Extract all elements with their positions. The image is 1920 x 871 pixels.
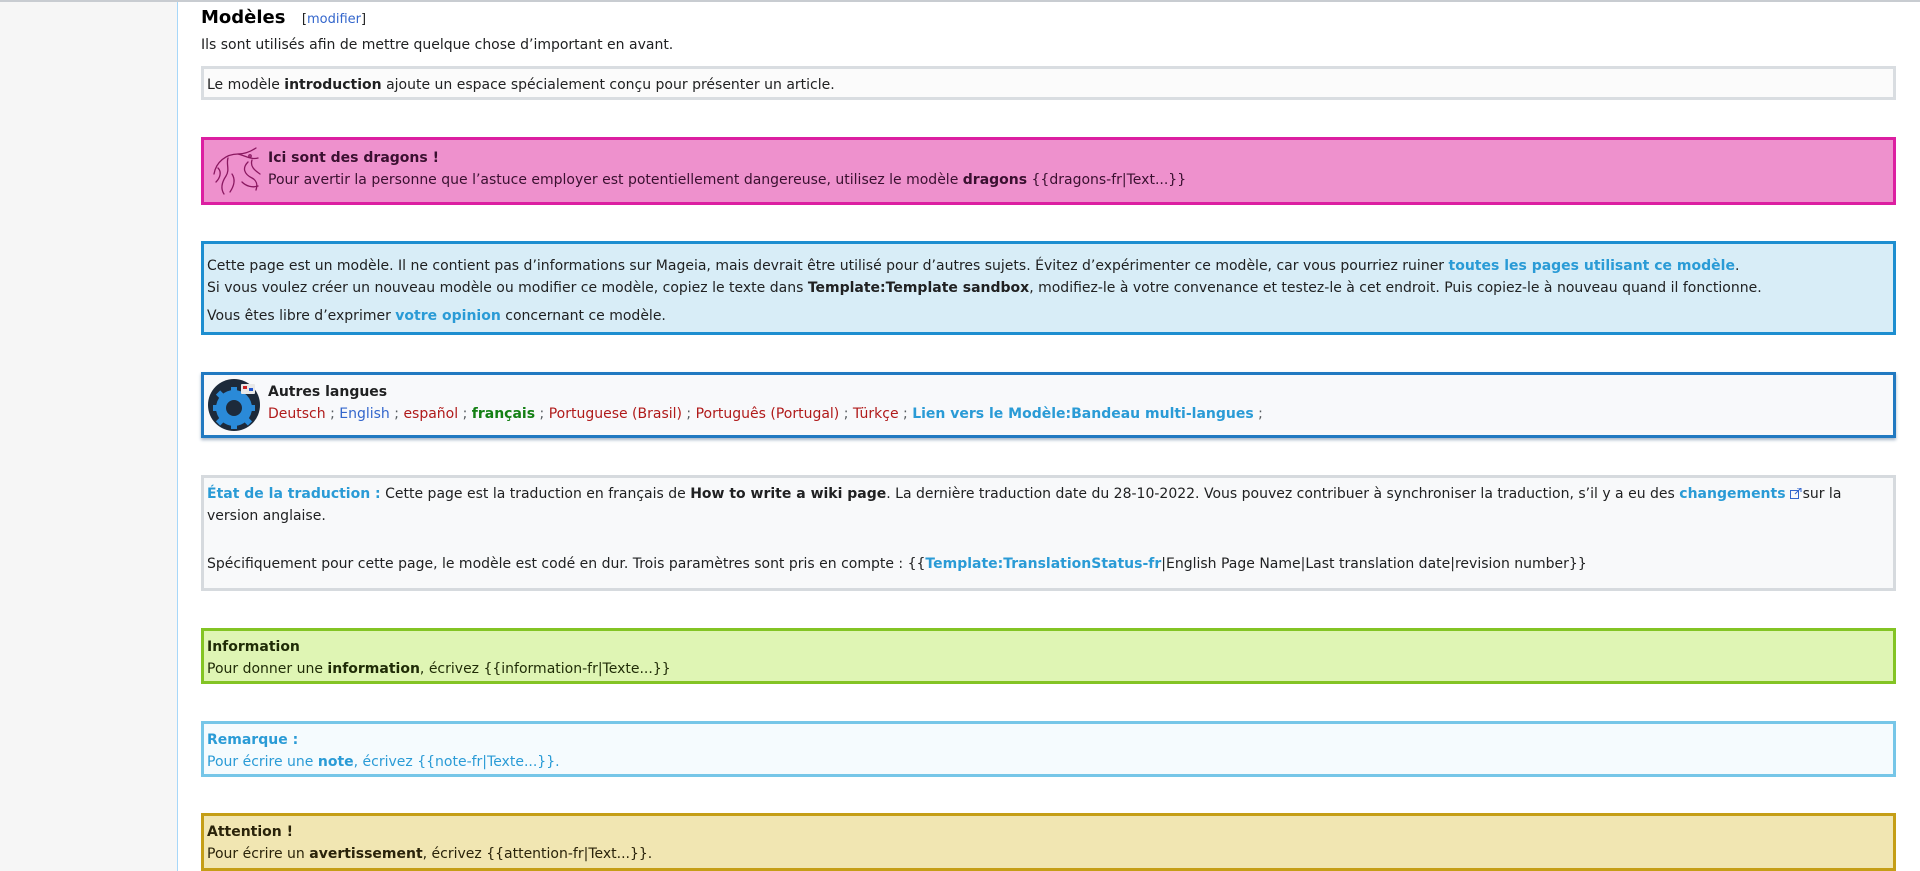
- lang-link-deutsch[interactable]: Deutsch: [268, 406, 326, 422]
- pages-using-template-link[interactable]: toutes les pages utilisant ce modèle: [1449, 258, 1735, 274]
- edit-section-link[interactable]: modifier: [307, 12, 361, 27]
- multilang-template-link[interactable]: Lien vers le Modèle:Bandeau multi-langue…: [912, 406, 1254, 422]
- dragon-icon: [213, 147, 261, 195]
- languages-list: Deutsch ; English ; español ; français ;…: [268, 406, 1263, 422]
- section-title: Modèles: [201, 7, 286, 28]
- attention-title: Attention !: [207, 824, 294, 840]
- translation-status-box: État de la traduction : Cette page est l…: [201, 475, 1896, 591]
- template-notice-line-1: Cette page est un modèle. Il ne contient…: [207, 258, 1740, 274]
- other-languages-box: Autres langues Deutsch ; English ; españ…: [201, 372, 1896, 438]
- sidebar: [0, 2, 177, 871]
- languages-title: Autres langues: [268, 384, 388, 400]
- lang-link-english[interactable]: English: [339, 406, 390, 422]
- template-notice-line-2: Si vous voulez créer un nouveau modèle o…: [207, 280, 1762, 296]
- note-text: Pour écrire une note, écrivez {{note-fr|…: [207, 754, 560, 770]
- translation-status-label[interactable]: État de la traduction :: [207, 486, 381, 502]
- language-gear-icon: [208, 379, 260, 431]
- dragons-title: Ici sont des dragons !: [268, 150, 439, 166]
- translation-spec-text: Spécifiquement pour cette page, le modèl…: [207, 556, 1587, 572]
- section-heading: Modèles [modifier]: [201, 7, 366, 28]
- dragons-text: Pour avertir la personne que l’astuce em…: [268, 172, 1187, 188]
- template-notice-line-3: Vous êtes libre d’exprimer votre opinion…: [207, 308, 666, 324]
- section-intro: Ils sont utilisés afin de mettre quelque…: [201, 37, 674, 53]
- translation-status-template-link[interactable]: Template:TranslationStatus-fr: [925, 556, 1161, 572]
- note-box: Remarque : Pour écrire une note, écrivez…: [201, 721, 1896, 777]
- edit-section: [modifier]: [301, 12, 367, 27]
- information-box: Information Pour donner une information,…: [201, 628, 1896, 684]
- introduction-box: Le modèle introduction ajoute un espace …: [201, 66, 1896, 100]
- information-text: Pour donner une information, écrivez {{i…: [207, 661, 671, 677]
- changes-link[interactable]: changements: [1679, 486, 1802, 502]
- information-title: Information: [207, 639, 300, 655]
- page-content: Modèles [modifier] Ils sont utilisés afi…: [177, 2, 1920, 871]
- template-notice-box: Cette page est un modèle. Il ne contient…: [201, 241, 1896, 335]
- note-title: Remarque :: [207, 732, 299, 748]
- attention-box: Attention ! Pour écrire un avertissement…: [201, 813, 1896, 871]
- opinion-link[interactable]: votre opinion: [395, 308, 501, 324]
- lang-link-portuguese-brasil[interactable]: Portuguese (Brasil): [549, 406, 682, 422]
- lang-link-portugues-portugal[interactable]: Português (Portugal): [696, 406, 840, 422]
- lang-link-turkce[interactable]: Türkçe: [853, 406, 899, 422]
- translation-status-text: État de la traduction : Cette page est l…: [207, 486, 1842, 524]
- attention-text: Pour écrire un avertissement, écrivez {{…: [207, 846, 653, 862]
- dragons-box: Ici sont des dragons ! Pour avertir la p…: [201, 137, 1896, 205]
- lang-current-francais: français: [471, 406, 536, 422]
- lang-link-espanol[interactable]: español: [403, 406, 458, 422]
- external-link-icon: [1789, 487, 1802, 499]
